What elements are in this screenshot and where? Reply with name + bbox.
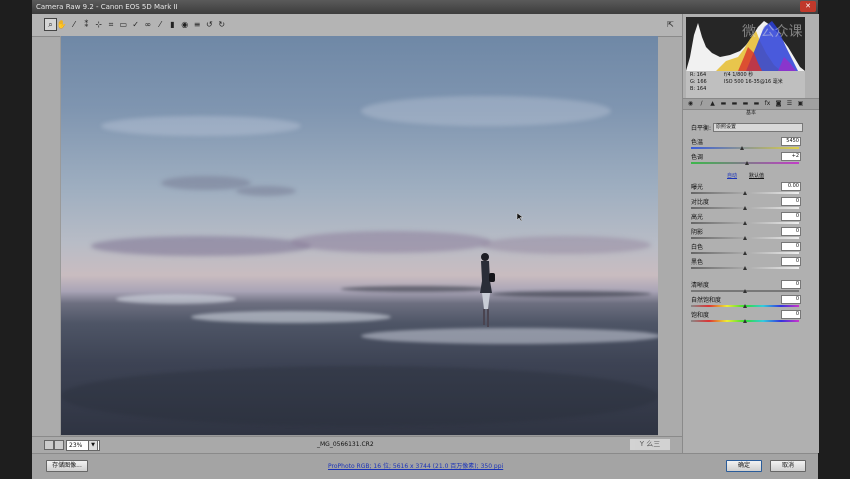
green-value: G: 166 (690, 79, 707, 85)
histogram-watermark: 微 公众课 (742, 24, 803, 40)
slider-label: 阴影 (691, 229, 704, 236)
white-balance-tool-icon[interactable]: ⁄ (69, 19, 80, 30)
blue-value: B: 164 (690, 86, 707, 92)
file-name: _MG_0566131.CR2 (317, 441, 374, 448)
slider-value-field[interactable]: 0.00 (781, 182, 801, 191)
preferences-icon[interactable]: ≡ (192, 19, 203, 30)
workflow-options-link[interactable]: ProPhoto RGB; 16 位; 5616 x 3744 (21.0 百万… (328, 461, 503, 470)
slider-thumb[interactable] (743, 319, 747, 323)
slider-thumb[interactable] (743, 266, 747, 270)
slider-value-field[interactable]: 0 (781, 310, 801, 319)
slider-label: 高光 (691, 214, 704, 221)
hsl-tab-icon[interactable]: ▬ (720, 100, 727, 107)
detail-tab-icon[interactable]: ▲ (709, 100, 716, 107)
crop-tool-icon[interactable]: ⌗ (106, 19, 117, 30)
adjustment-brush-icon[interactable]: ⁄ (155, 19, 166, 30)
zoom-in-button[interactable] (54, 440, 64, 450)
slider-value-field[interactable]: 0 (781, 242, 801, 251)
slider-thumb[interactable] (743, 191, 747, 195)
cancel-button[interactable]: 取消 (770, 460, 806, 472)
slider-thumb[interactable] (739, 146, 744, 150)
targeted-adjustment-tool-icon[interactable]: ⊹ (93, 19, 104, 30)
rotate-ccw-icon[interactable]: ↺ (204, 19, 215, 30)
panel-title: 基本 (745, 110, 756, 116)
default-link[interactable]: 默认值 (749, 172, 764, 179)
status-bar: 23% ▼ _MG_0566131.CR2 Y 么三 (32, 436, 682, 453)
spot-removal-tool-icon[interactable]: ✓ (130, 19, 141, 30)
window-title: Camera Raw 9.2 - Canon EOS 5D Mark II (36, 3, 178, 11)
histogram: 微 公众课 (686, 17, 805, 71)
slider-value-field[interactable]: 0 (781, 295, 801, 304)
graduated-filter-icon[interactable]: ▮ (167, 19, 178, 30)
slider-label: 色调 (691, 154, 704, 161)
camera-raw-window: Camera Raw 9.2 - Canon EOS 5D Mark II ✕ … (32, 0, 819, 479)
slider-thumb[interactable] (745, 161, 750, 165)
camera-info: R: 164 G: 166 B: 164 f/4 1/800 秒 ISO 500… (686, 71, 805, 99)
fx-tab-icon[interactable]: fx (764, 100, 771, 107)
slider-value-field[interactable]: 0 (781, 257, 801, 266)
slider-label: 白色 (691, 244, 704, 251)
exposure-info: f/4 1/800 秒 (724, 72, 754, 78)
slider-value-field[interactable]: 0 (781, 197, 801, 206)
slider-track[interactable] (691, 147, 799, 149)
rotate-cw-icon[interactable]: ↻ (216, 19, 227, 30)
slider-thumb[interactable] (743, 221, 747, 225)
zoom-out-button[interactable] (44, 440, 54, 450)
slider-value-field[interactable]: 5450 (781, 137, 801, 146)
zoom-tool-icon[interactable]: ⌕ (44, 18, 57, 31)
red-value: R: 164 (690, 72, 707, 78)
slider-value-field[interactable]: 0 (781, 227, 801, 236)
split-toning-tab-icon[interactable]: ▬ (731, 100, 738, 107)
radial-filter-icon[interactable]: ◉ (179, 19, 190, 30)
lens-tab-icon[interactable]: ▬ (742, 100, 749, 107)
slider-thumb[interactable] (743, 251, 747, 255)
color-sampler-tool-icon[interactable]: ⁑ (81, 19, 92, 30)
slider-thumb[interactable] (743, 304, 747, 308)
white-balance-label: 白平衡: (691, 125, 712, 132)
red-eye-tool-icon[interactable]: ∞ (142, 19, 153, 30)
title-bar: Camera Raw 9.2 - Canon EOS 5D Mark II ✕ (32, 0, 818, 14)
bottom-bar: 存储图像... ProPhoto RGB; 16 位; 5616 x 3744 … (32, 453, 818, 479)
person-silhouette (480, 253, 495, 327)
slider-label: 对比度 (691, 199, 710, 206)
watermark-badge: Y 么三 (630, 439, 670, 450)
auto-link[interactable]: 自动 (727, 172, 737, 179)
close-icon[interactable]: ✕ (800, 1, 816, 12)
slider-thumb[interactable] (743, 206, 747, 210)
cursor-icon (516, 212, 524, 222)
slider-label: 色温 (691, 139, 704, 146)
slider-label: 自然饱和度 (691, 297, 722, 304)
adjustment-panel: 微 公众课 R: 164 G: 166 B: 164 f/4 1/800 秒 I… (682, 14, 819, 453)
tone-curve-tab-icon[interactable]: ∕ (698, 100, 705, 107)
slider-thumb[interactable] (743, 289, 747, 293)
photo-preview[interactable] (61, 36, 658, 435)
slider-label: 饱和度 (691, 312, 710, 319)
straighten-tool-icon[interactable]: ▭ (118, 19, 129, 30)
slider-label: 曝光 (691, 184, 704, 191)
presets-tab-icon[interactable]: ☰ (786, 100, 793, 107)
snapshots-tab-icon[interactable]: ▣ (797, 100, 804, 107)
chevron-down-icon[interactable]: ▼ (88, 440, 98, 451)
camera-calibration-tab-icon[interactable]: ◙ (775, 100, 782, 107)
fullscreen-icon[interactable]: ⇱ (665, 19, 676, 30)
white-balance-select[interactable]: 原照设置 (713, 123, 803, 132)
effects-tab-icon[interactable]: ▬ (753, 100, 760, 107)
done-button[interactable]: 确定 (726, 460, 762, 472)
slider-label: 清晰度 (691, 282, 710, 289)
basic-tab-icon[interactable]: ◉ (687, 100, 694, 107)
slider-thumb[interactable] (743, 236, 747, 240)
toolbar: ⌕ ✋ ⁄ ⁑ ⊹ ⌗ ▭ ✓ ∞ ⁄ ▮ ◉ ≡ ↺ ↻ ⇱ (32, 14, 682, 37)
save-image-button[interactable]: 存储图像... (46, 460, 88, 472)
hand-tool-icon[interactable]: ✋ (56, 19, 67, 30)
slider-label: 黑色 (691, 259, 704, 266)
lens-info: ISO 500 16-35@16 毫米 (724, 79, 783, 85)
slider-value-field[interactable]: 0 (781, 280, 801, 289)
slider-value-field[interactable]: 0 (781, 212, 801, 221)
slider-value-field[interactable]: +2 (781, 152, 801, 161)
